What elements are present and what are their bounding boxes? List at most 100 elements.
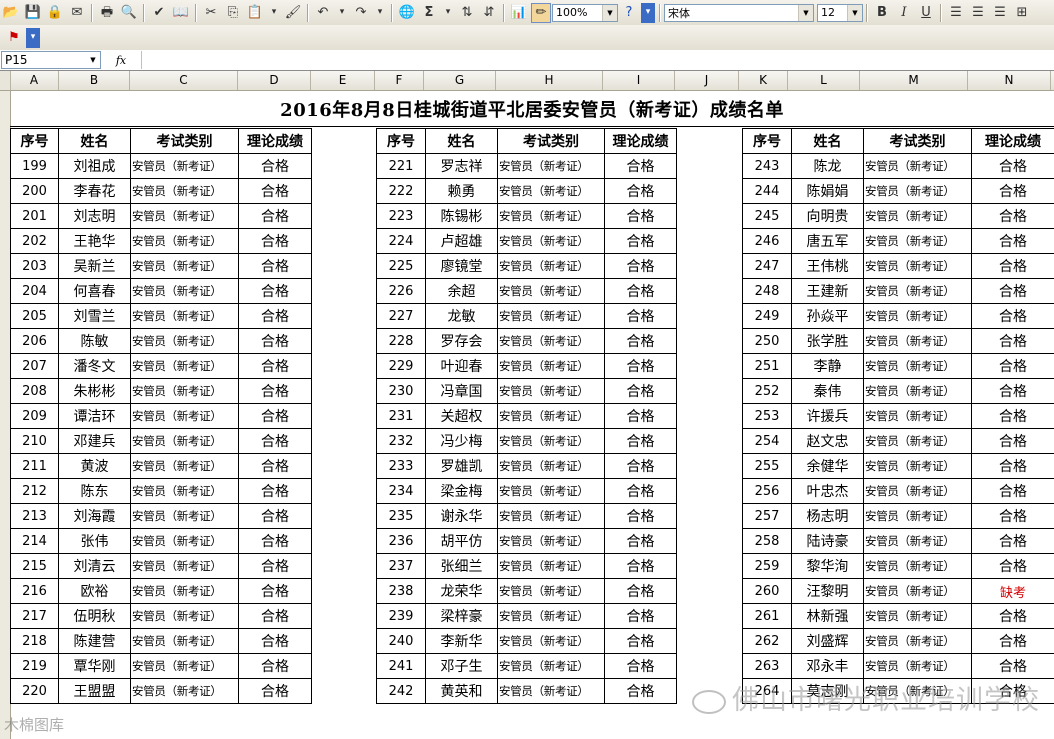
cell-name[interactable]: 张伟 (58, 528, 131, 554)
help-icon[interactable]: ? (619, 3, 639, 23)
cell-exam-type[interactable]: 安管员（新考证） (497, 203, 605, 229)
cell-exam-type[interactable]: 安管员（新考证） (497, 278, 605, 304)
cell-exam-type[interactable]: 安管员（新考证） (130, 153, 239, 179)
header-name[interactable]: 姓名 (58, 128, 131, 154)
cell-seq[interactable]: 232 (376, 428, 426, 454)
research-icon[interactable]: 📖 (171, 3, 191, 23)
cell-seq[interactable]: 259 (742, 553, 792, 579)
cell-score[interactable]: 合格 (971, 178, 1054, 204)
autosum-icon[interactable]: Σ (419, 3, 439, 23)
cell-exam-type[interactable]: 安管员（新考证） (497, 653, 605, 679)
cell-exam-type[interactable]: 安管员（新考证） (863, 603, 972, 629)
cell-exam-type[interactable]: 安管员（新考证） (130, 178, 239, 204)
cell-score[interactable]: 合格 (971, 328, 1054, 354)
cell-seq[interactable]: 201 (10, 203, 59, 229)
cell-exam-type[interactable]: 安管员（新考证） (497, 378, 605, 404)
header-type[interactable]: 考试类别 (863, 128, 972, 154)
cell-name[interactable]: 孙焱平 (791, 303, 864, 329)
cell-exam-type[interactable]: 安管员（新考证） (863, 228, 972, 254)
cell-exam-type[interactable]: 安管员（新考证） (497, 478, 605, 504)
cell-exam-type[interactable]: 安管员（新考证） (497, 453, 605, 479)
cell-seq[interactable]: 211 (10, 453, 59, 479)
cell-score[interactable]: 合格 (604, 428, 677, 454)
cell-score[interactable]: 合格 (971, 653, 1054, 679)
cell-name[interactable]: 张学胜 (791, 328, 864, 354)
cell-seq[interactable]: 200 (10, 178, 59, 204)
print-preview-icon[interactable]: 🔍 (119, 3, 139, 23)
cell-name[interactable]: 李春花 (58, 178, 131, 204)
cell-seq[interactable]: 238 (376, 578, 426, 604)
cell-seq[interactable]: 241 (376, 653, 426, 679)
cell-exam-type[interactable]: 安管员（新考证） (497, 553, 605, 579)
cell-exam-type[interactable]: 安管员（新考证） (497, 228, 605, 254)
cell-exam-type[interactable]: 安管员（新考证） (130, 328, 239, 354)
cell-name[interactable]: 陈敏 (58, 328, 131, 354)
cell-exam-type[interactable]: 安管员（新考证） (863, 253, 972, 279)
cell-name[interactable]: 卢超雄 (425, 228, 498, 254)
column-header-f[interactable]: F (375, 71, 424, 90)
cell-score[interactable]: 合格 (604, 303, 677, 329)
cell-score[interactable]: 合格 (238, 203, 312, 229)
cell-name[interactable]: 赖勇 (425, 178, 498, 204)
permission-icon[interactable]: 🔒 (45, 3, 65, 23)
font-name-select[interactable]: 宋体 ▼ (664, 3, 814, 22)
cell-name[interactable]: 梁梓豪 (425, 603, 498, 629)
column-header-m[interactable]: M (860, 71, 968, 90)
cell-exam-type[interactable]: 安管员（新考证） (497, 578, 605, 604)
cell-score[interactable]: 合格 (971, 428, 1054, 454)
cell-score[interactable]: 合格 (971, 278, 1054, 304)
cell-seq[interactable]: 257 (742, 503, 792, 529)
cell-score[interactable]: 合格 (238, 353, 312, 379)
cell-exam-type[interactable]: 安管员（新考证） (497, 528, 605, 554)
cell-exam-type[interactable]: 安管员（新考证） (130, 603, 239, 629)
cell-exam-type[interactable]: 安管员（新考证） (130, 653, 239, 679)
font-size-select[interactable]: 12 ▼ (817, 3, 863, 22)
header-score[interactable]: 理论成绩 (604, 128, 677, 154)
cell-seq[interactable]: 242 (376, 678, 426, 704)
print-icon[interactable]: 🖶 (97, 3, 117, 23)
header-score[interactable]: 理论成绩 (971, 128, 1054, 154)
cell-score[interactable]: 合格 (604, 478, 677, 504)
header-score[interactable]: 理论成绩 (238, 128, 312, 154)
cell-seq[interactable]: 204 (10, 278, 59, 304)
cell-name[interactable]: 李新华 (425, 628, 498, 654)
cell-score[interactable]: 合格 (238, 228, 312, 254)
cell-score[interactable]: 合格 (238, 478, 312, 504)
cell-seq[interactable]: 221 (376, 153, 426, 179)
cell-name[interactable]: 刘祖成 (58, 153, 131, 179)
cell-name[interactable]: 叶忠杰 (791, 478, 864, 504)
cell-score[interactable]: 合格 (238, 303, 312, 329)
cell-exam-type[interactable]: 安管员（新考证） (497, 303, 605, 329)
cell-seq[interactable]: 218 (10, 628, 59, 654)
cell-seq[interactable]: 247 (742, 253, 792, 279)
zoom-select[interactable]: 100% ▼ (552, 3, 618, 22)
column-header-b[interactable]: B (59, 71, 130, 90)
cell-name[interactable]: 邓永丰 (791, 653, 864, 679)
chart-wizard-icon[interactable]: 📊 (509, 3, 529, 23)
cell-seq[interactable]: 228 (376, 328, 426, 354)
copy-icon[interactable]: ⎘ (223, 3, 243, 23)
cell-name[interactable]: 黄英和 (425, 678, 498, 704)
cell-seq[interactable]: 249 (742, 303, 792, 329)
cell-exam-type[interactable]: 安管员（新考证） (130, 478, 239, 504)
cell-exam-type[interactable]: 安管员（新考证） (863, 153, 972, 179)
cell-score[interactable]: 合格 (971, 553, 1054, 579)
cell-exam-type[interactable]: 安管员（新考证） (863, 353, 972, 379)
cell-seq[interactable]: 239 (376, 603, 426, 629)
cell-exam-type[interactable]: 安管员（新考证） (863, 553, 972, 579)
cell-name[interactable]: 罗志祥 (425, 153, 498, 179)
cell-seq[interactable]: 227 (376, 303, 426, 329)
cell-score[interactable]: 合格 (971, 303, 1054, 329)
cell-name[interactable]: 黄波 (58, 453, 131, 479)
cell-seq[interactable]: 222 (376, 178, 426, 204)
column-header-g[interactable]: G (424, 71, 496, 90)
save-icon[interactable]: 💾 (23, 3, 43, 23)
cell-name[interactable]: 王建新 (791, 278, 864, 304)
cell-name[interactable]: 余健华 (791, 453, 864, 479)
cell-name[interactable]: 陈东 (58, 478, 131, 504)
cell-seq[interactable]: 236 (376, 528, 426, 554)
cell-seq[interactable]: 250 (742, 328, 792, 354)
cell-score[interactable]: 合格 (604, 553, 677, 579)
cell-name[interactable]: 廖镜堂 (425, 253, 498, 279)
header-seq[interactable]: 序号 (742, 128, 792, 154)
